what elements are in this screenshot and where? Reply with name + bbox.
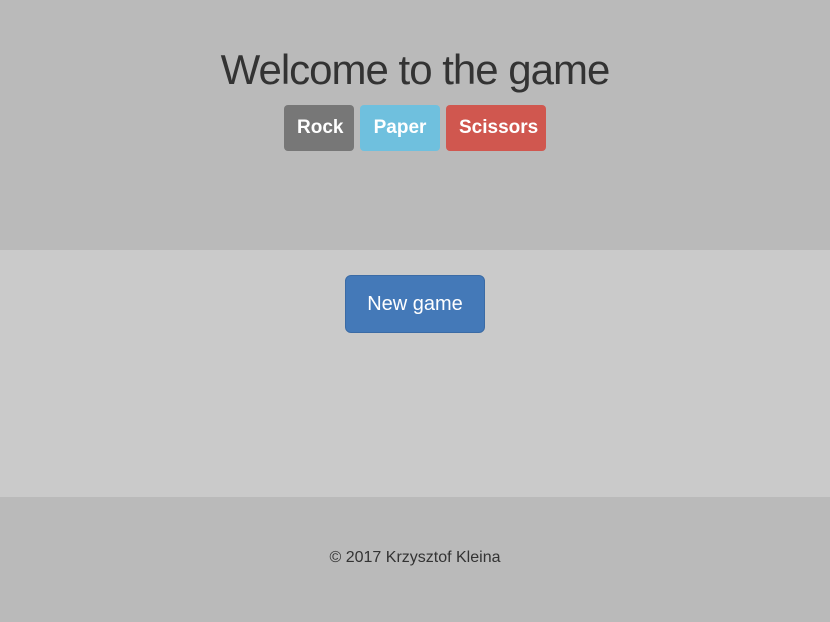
scissors-button[interactable]: Scissors [446, 105, 546, 151]
main-section: New game [0, 250, 830, 497]
header: Welcome to the game Rock Paper Scissors [0, 0, 830, 250]
footer: © 2017 Krzysztof Kleina [0, 497, 830, 622]
paper-button[interactable]: Paper [360, 105, 440, 151]
page-title: Welcome to the game [220, 46, 611, 93]
rock-button[interactable]: Rock [284, 105, 354, 151]
copyright-text: © 2017 Krzysztof Kleina [329, 549, 501, 566]
choice-buttons: Rock Paper Scissors [0, 105, 830, 151]
new-game-button[interactable]: New game [345, 275, 485, 333]
